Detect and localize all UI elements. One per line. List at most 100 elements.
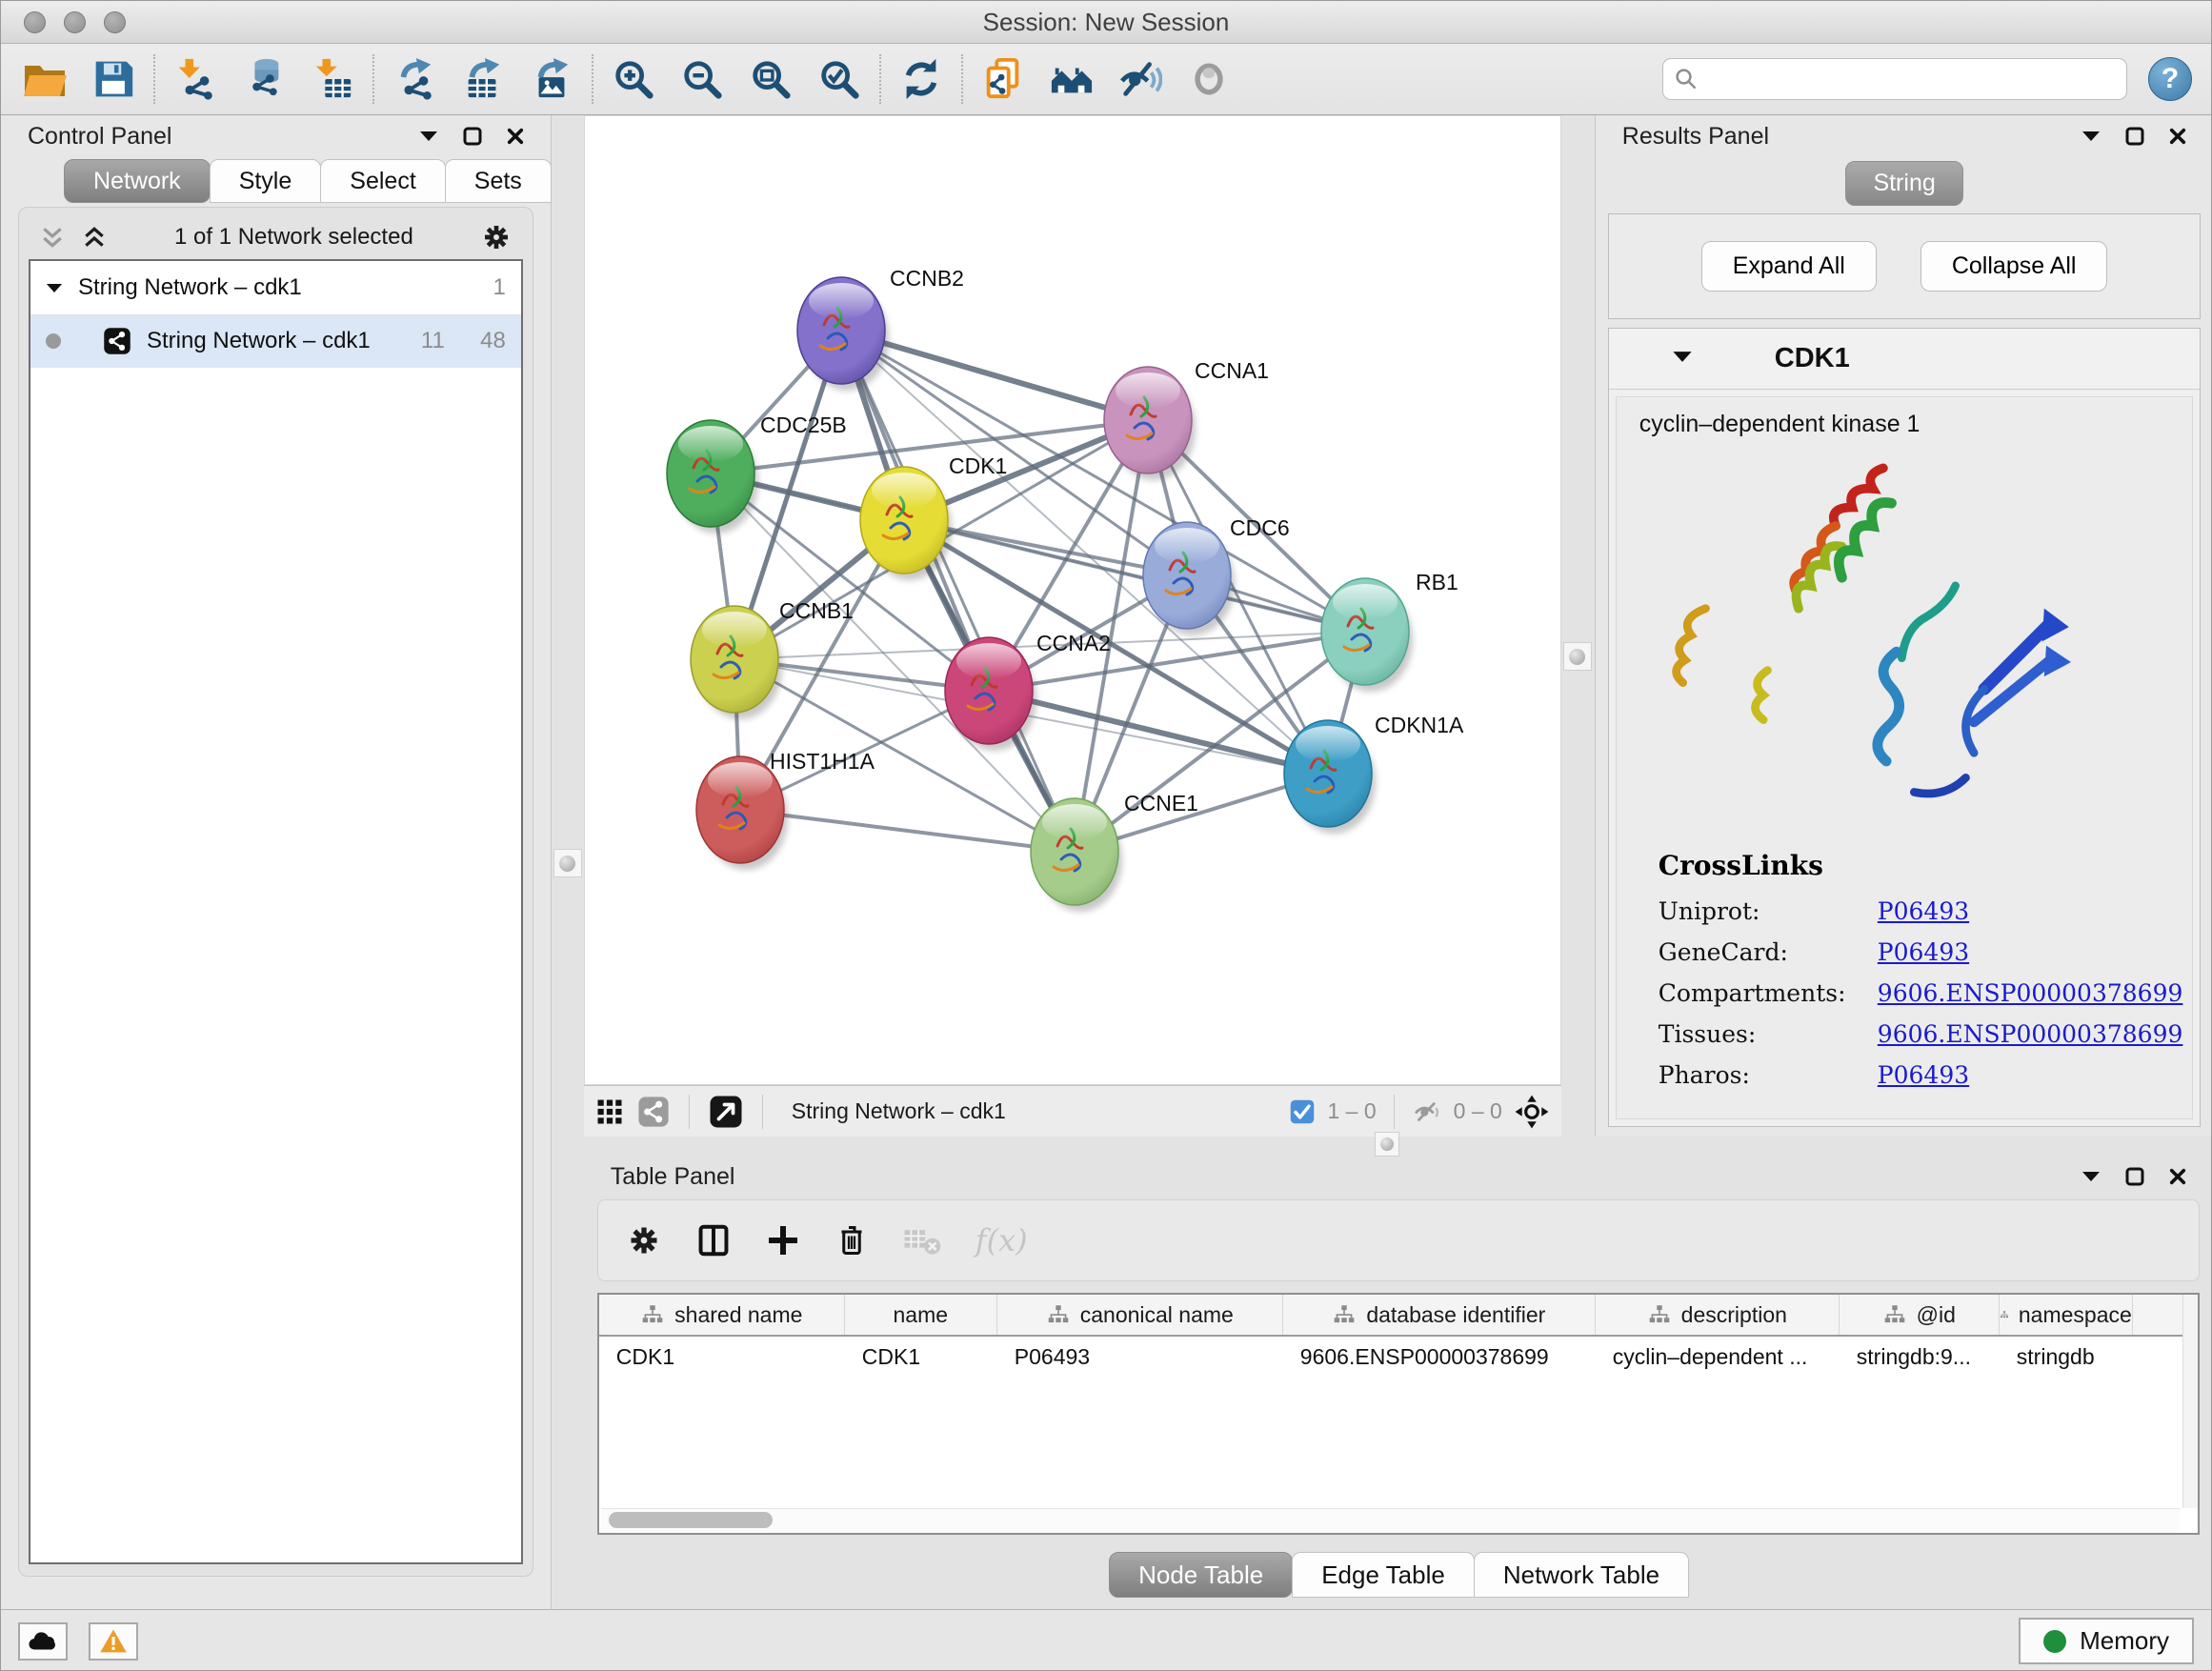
export-table-icon[interactable] (458, 54, 508, 104)
left-splitter-handle[interactable] (553, 849, 582, 877)
search-input[interactable] (1662, 58, 2127, 100)
network-node-RB1[interactable]: RB1 (1321, 570, 1458, 692)
table-cell[interactable]: cyclin–dependent ... (1596, 1337, 1840, 1377)
delete-column-icon[interactable] (835, 1223, 869, 1258)
network-node-CCNA2[interactable]: CCNA2 (945, 631, 1111, 751)
tab-select[interactable]: Select (320, 159, 445, 203)
function-builder-icon[interactable]: f(x) (975, 1222, 1028, 1258)
refresh-icon[interactable] (896, 54, 946, 104)
import-database-icon[interactable] (239, 54, 289, 104)
crosslink-value[interactable]: 9606.ENSP00000378699 (1878, 979, 2183, 1007)
export-network-icon[interactable] (390, 54, 439, 104)
zoom-fit-icon[interactable] (746, 54, 795, 104)
horizontal-splitter-handle[interactable] (1375, 1132, 1399, 1157)
network-graph[interactable]: CCNB2CCNA1CDC25BCDK1CDC6RB1CCNB1CCNA2CDK… (585, 116, 1562, 1086)
network-node-CCNB2[interactable]: CCNB2 (797, 266, 964, 391)
network-node-CDKN1A[interactable]: CDKN1A (1284, 713, 1464, 834)
table-settings-gear-icon[interactable] (627, 1223, 661, 1258)
collapse-all-networks-icon[interactable] (40, 225, 65, 250)
network-options-gear-icon[interactable] (481, 222, 512, 252)
export-image-icon[interactable] (527, 54, 576, 104)
memory-button[interactable]: Memory (2019, 1618, 2194, 1664)
cloud-button[interactable] (18, 1622, 68, 1661)
protein-card-header[interactable]: CDK1 (1609, 329, 2201, 390)
right-splitter[interactable] (1561, 115, 1595, 1137)
close-panel-icon[interactable] (507, 128, 524, 145)
table-cell[interactable]: stringdb (2000, 1337, 2133, 1377)
zoom-selected-icon[interactable] (814, 54, 864, 104)
grid-view-icon[interactable] (595, 1097, 624, 1126)
network-row[interactable]: String Network – cdk1 11 48 (30, 314, 521, 368)
section-expander-icon[interactable] (1672, 350, 1693, 369)
tree-expander-icon[interactable] (46, 282, 63, 294)
open-session-icon[interactable] (20, 54, 70, 104)
column-header-namespace[interactable]: namespace (2000, 1295, 2133, 1335)
float-panel-icon[interactable] (463, 127, 482, 146)
column-header-@id[interactable]: @id (1840, 1295, 2000, 1335)
column-header-description[interactable]: description (1596, 1295, 1840, 1335)
crosslink-value[interactable]: P06493 (1878, 897, 1969, 925)
tab-network-table[interactable]: Network Table (1474, 1552, 1689, 1598)
crosslink-value[interactable]: P06493 (1878, 1061, 1969, 1089)
network-node-CCNE1[interactable]: CCNE1 (1031, 791, 1198, 912)
clone-network-icon[interactable] (978, 54, 1028, 104)
table-cell[interactable]: 9606.ENSP00000378699 (1283, 1337, 1596, 1377)
right-splitter-handle[interactable] (1563, 642, 1592, 671)
crosslink-value[interactable]: P06493 (1878, 938, 1969, 966)
expand-all-networks-icon[interactable] (82, 225, 107, 250)
birdseye-icon[interactable] (1514, 1094, 1550, 1130)
scrollbar-thumb[interactable] (609, 1512, 773, 1528)
collapse-all-button[interactable]: Collapse All (1920, 241, 2108, 292)
tab-style[interactable]: Style (210, 159, 322, 203)
import-network-icon[interactable] (171, 54, 220, 104)
network-node-CDK1[interactable]: CDK1 (860, 453, 1007, 580)
hide-panel-icon[interactable] (1116, 54, 1165, 104)
crosslink-value[interactable]: 9606.ENSP00000378699 (1878, 1020, 2183, 1048)
collapse-panel-icon[interactable] (2081, 130, 2101, 143)
close-window-button[interactable] (24, 11, 46, 33)
string-home-icon[interactable] (1047, 54, 1096, 104)
table-cell[interactable]: stringdb:9... (1840, 1337, 2000, 1377)
horizontal-splitter[interactable] (584, 1137, 2212, 1156)
collapse-panel-icon[interactable] (2081, 1170, 2101, 1183)
column-header-canonical-name[interactable]: canonical name (997, 1295, 1283, 1335)
delete-table-icon[interactable] (903, 1224, 941, 1257)
show-panel-icon[interactable] (1184, 54, 1234, 104)
collapse-panel-icon[interactable] (419, 130, 438, 143)
tab-edge-table[interactable]: Edge Table (1292, 1552, 1475, 1598)
warnings-button[interactable] (89, 1622, 138, 1661)
tab-sets[interactable]: Sets (445, 159, 552, 203)
import-table-icon[interactable] (308, 54, 357, 104)
close-panel-icon[interactable] (2169, 128, 2186, 145)
table-cell[interactable]: CDK1 (845, 1337, 997, 1377)
network-canvas[interactable]: CCNB2CCNA1CDC25BCDK1CDC6RB1CCNB1CCNA2CDK… (584, 115, 1561, 1085)
network-collection-row[interactable]: String Network – cdk1 1 (30, 261, 521, 314)
selected-checkbox-icon[interactable] (1289, 1098, 1316, 1125)
float-panel-icon[interactable] (2125, 1167, 2144, 1186)
network-node-HIST1H1A[interactable]: HIST1H1A (696, 749, 875, 870)
network-node-CCNB1[interactable]: CCNB1 (691, 598, 854, 719)
zoom-in-icon[interactable] (609, 54, 658, 104)
table-vertical-scrollbar[interactable] (2182, 1295, 2198, 1508)
tab-node-table[interactable]: Node Table (1109, 1552, 1293, 1598)
minimize-window-button[interactable] (64, 11, 86, 33)
detach-view-icon[interactable] (709, 1095, 743, 1129)
zoom-out-icon[interactable] (677, 54, 727, 104)
float-panel-icon[interactable] (2125, 127, 2144, 146)
left-splitter[interactable] (552, 115, 584, 1609)
share-view-icon[interactable] (637, 1096, 670, 1128)
tab-network[interactable]: Network (64, 159, 211, 203)
expand-all-button[interactable]: Expand All (1701, 241, 1877, 292)
help-icon[interactable]: ? (2148, 57, 2192, 101)
table-row[interactable]: CDK1CDK1P064939606.ENSP00000378699cyclin… (599, 1337, 2199, 1377)
save-session-icon[interactable] (89, 54, 138, 104)
table-cell[interactable]: CDK1 (599, 1337, 845, 1377)
column-header-shared-name[interactable]: shared name (599, 1295, 845, 1335)
table-cell[interactable]: P06493 (997, 1337, 1283, 1377)
column-header-database-identifier[interactable]: database identifier (1283, 1295, 1596, 1335)
table-horizontal-scrollbar[interactable] (601, 1508, 2182, 1531)
show-columns-icon[interactable] (695, 1222, 732, 1258)
hidden-eye-icon[interactable] (1412, 1097, 1442, 1127)
close-panel-icon[interactable] (2169, 1168, 2186, 1185)
add-column-icon[interactable] (766, 1223, 800, 1258)
